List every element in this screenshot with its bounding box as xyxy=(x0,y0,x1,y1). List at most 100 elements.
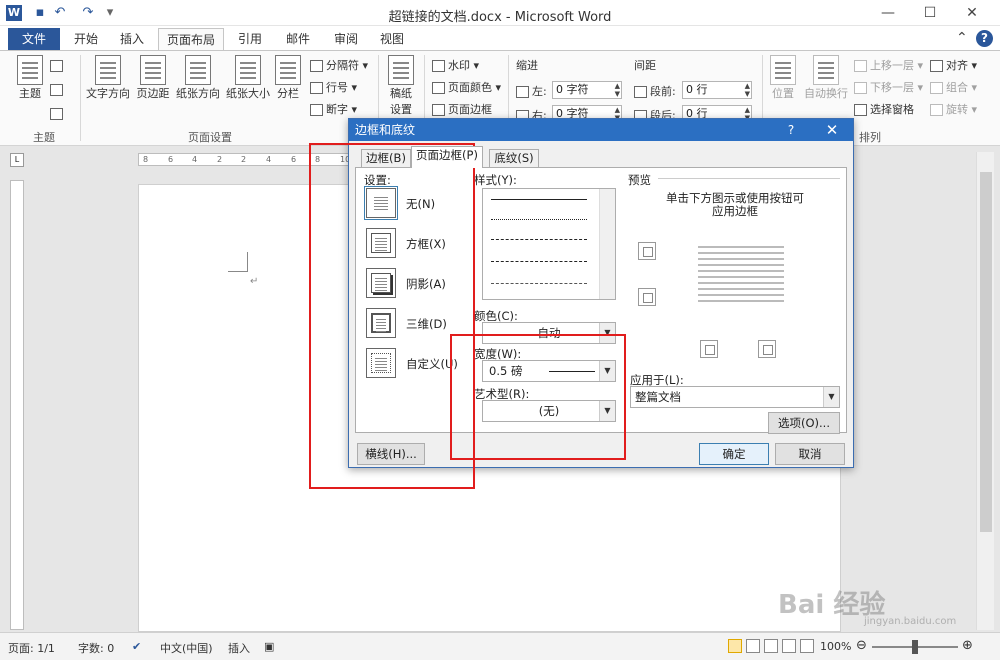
vertical-scrollbar[interactable] xyxy=(976,152,994,630)
tab-file[interactable]: 文件 xyxy=(8,28,60,50)
bottom-border-icon[interactable] xyxy=(638,288,656,306)
chevron-down-icon[interactable]: ▼ xyxy=(823,387,839,407)
style-dotted-line[interactable] xyxy=(491,219,587,220)
word-count[interactable]: 字数: 0 xyxy=(78,640,114,656)
tab-mailings[interactable]: 邮件 xyxy=(278,28,318,50)
orientation-icon xyxy=(185,55,211,85)
spacing-before-icon xyxy=(634,86,647,98)
outline-view-icon[interactable] xyxy=(782,639,796,653)
watermark-button[interactable]: 水印 ▾ xyxy=(432,57,479,73)
proofing-icon[interactable]: ✔ xyxy=(132,640,141,653)
breaks-button[interactable]: 分隔符 ▾ xyxy=(310,57,368,73)
zoom-out-icon[interactable]: ⊖ xyxy=(856,638,867,653)
tab-shading[interactable]: 底纹(S) xyxy=(489,149,539,167)
wrap-text-button[interactable]: 自动换行 xyxy=(802,55,850,101)
theme-fonts-button[interactable] xyxy=(50,83,66,96)
style-long-dash-line[interactable] xyxy=(491,261,587,262)
ruler-tick-label: 6 xyxy=(291,155,297,164)
position-label: 位置 xyxy=(772,87,794,100)
text-direction-button[interactable]: 文字方向 xyxy=(84,55,132,101)
spin-arrows-icon[interactable]: ▲▼ xyxy=(615,82,620,98)
themes-icon xyxy=(17,55,43,85)
indent-left-label: 左: xyxy=(516,83,547,99)
indent-left-text: 左: xyxy=(532,85,547,98)
options-button[interactable]: 选项(O)... xyxy=(768,412,840,434)
window-title: 超链接的文档.docx - Microsoft Word xyxy=(388,10,612,25)
bring-forward-button[interactable]: 上移一层 ▾ xyxy=(854,57,923,73)
indent-label: 缩进 xyxy=(516,59,538,72)
hyphenation-button[interactable]: 断字 ▾ xyxy=(310,101,357,117)
manuscript-settings-button[interactable]: 稿纸 设置 xyxy=(384,55,418,117)
selection-pane-button[interactable]: 选择窗格 xyxy=(854,101,914,117)
vertical-ruler[interactable] xyxy=(10,180,24,630)
margins-icon xyxy=(140,55,166,85)
page-color-button[interactable]: 页面颜色 ▾ xyxy=(432,79,501,95)
theme-effects-button[interactable] xyxy=(50,107,66,120)
line-numbers-button[interactable]: 行号 ▾ xyxy=(310,79,357,95)
style-label: 样式(Y): xyxy=(474,173,517,187)
draft-view-icon[interactable] xyxy=(800,639,814,653)
tab-view[interactable]: 视图 xyxy=(372,28,412,50)
tab-page-border[interactable]: 页面边框(P) xyxy=(411,146,483,168)
page-count[interactable]: 页面: 1/1 xyxy=(8,640,55,656)
preview-page[interactable] xyxy=(698,242,784,314)
print-layout-view-icon[interactable] xyxy=(728,639,742,653)
themes-button[interactable]: 主题 xyxy=(12,55,48,101)
macro-record-icon[interactable]: ▣ xyxy=(264,640,274,653)
style-list[interactable] xyxy=(482,188,616,300)
style-solid-line[interactable] xyxy=(491,199,587,200)
dialog-help-button[interactable]: ? xyxy=(781,119,801,141)
theme-colors-button[interactable] xyxy=(50,59,66,72)
cancel-button[interactable]: 取消 xyxy=(775,443,845,465)
left-border-icon[interactable] xyxy=(700,340,718,358)
watermark-site: jingyan.baidu.com xyxy=(864,616,957,627)
web-layout-icon[interactable] xyxy=(764,639,778,653)
ok-button[interactable]: 确定 xyxy=(699,443,769,465)
indent-left-input[interactable]: 0 字符 ▲ ▼ xyxy=(552,81,622,99)
position-button[interactable]: 位置 xyxy=(766,55,800,101)
style-dashed-line[interactable] xyxy=(491,239,587,240)
selection-pane-label: 选择窗格 xyxy=(870,103,914,116)
margins-button[interactable]: 页边距 xyxy=(134,55,172,101)
ruler-tick-label: 4 xyxy=(266,155,272,164)
top-border-icon[interactable] xyxy=(638,242,656,260)
rotate-button[interactable]: 旋转 ▾ xyxy=(930,101,977,117)
zoom-in-icon[interactable]: ⊕ xyxy=(962,638,973,653)
close-button[interactable]: ✕ xyxy=(952,2,992,24)
tab-references[interactable]: 引用 xyxy=(230,28,270,50)
group-button[interactable]: 组合 ▾ xyxy=(930,79,977,95)
tab-page-layout[interactable]: 页面布局 xyxy=(158,28,224,50)
tab-selector-icon[interactable]: L xyxy=(10,153,24,167)
full-screen-reading-icon[interactable] xyxy=(746,639,760,653)
maximize-button[interactable]: ☐ xyxy=(910,2,950,24)
zoom-slider-thumb[interactable] xyxy=(912,640,918,654)
page-borders-label: 页面边框 xyxy=(448,103,492,116)
style-dash-dot-line[interactable] xyxy=(491,283,587,284)
spacing-before-input[interactable]: 0 行 ▲ ▼ xyxy=(682,81,752,99)
right-border-icon[interactable] xyxy=(758,340,776,358)
tab-home[interactable]: 开始 xyxy=(66,28,106,50)
orientation-button[interactable]: 纸张方向 xyxy=(174,55,222,101)
columns-label: 分栏 xyxy=(277,87,299,100)
collapse-ribbon-icon[interactable]: ⌃ xyxy=(956,30,968,46)
spin-arrows-icon[interactable]: ▲▼ xyxy=(745,82,750,98)
help-icon[interactable]: ? xyxy=(976,30,993,47)
zoom-level[interactable]: 100% xyxy=(820,640,851,653)
group-icon xyxy=(930,82,943,94)
style-list-scrollbar[interactable] xyxy=(599,189,615,299)
scrollbar-thumb[interactable] xyxy=(980,172,992,532)
tab-insert[interactable]: 插入 xyxy=(112,28,152,50)
theme-fonts-icon xyxy=(50,84,63,96)
align-button[interactable]: 对齐 ▾ xyxy=(930,57,977,73)
size-button[interactable]: 纸张大小 xyxy=(224,55,272,101)
page-borders-button[interactable]: 页面边框 xyxy=(432,101,492,117)
ruler-tick-label: 2 xyxy=(241,155,247,164)
tab-review[interactable]: 审阅 xyxy=(326,28,366,50)
language-indicator[interactable]: 中文(中国) xyxy=(160,640,213,656)
apply-to-select[interactable]: 整篇文档 ▼ xyxy=(630,386,840,408)
insert-mode[interactable]: 插入 xyxy=(228,640,250,656)
dialog-close-button[interactable]: ✕ xyxy=(819,119,845,141)
send-backward-button[interactable]: 下移一层 ▾ xyxy=(854,79,923,95)
columns-button[interactable]: 分栏 xyxy=(274,55,302,101)
minimize-button[interactable]: — xyxy=(868,2,908,24)
